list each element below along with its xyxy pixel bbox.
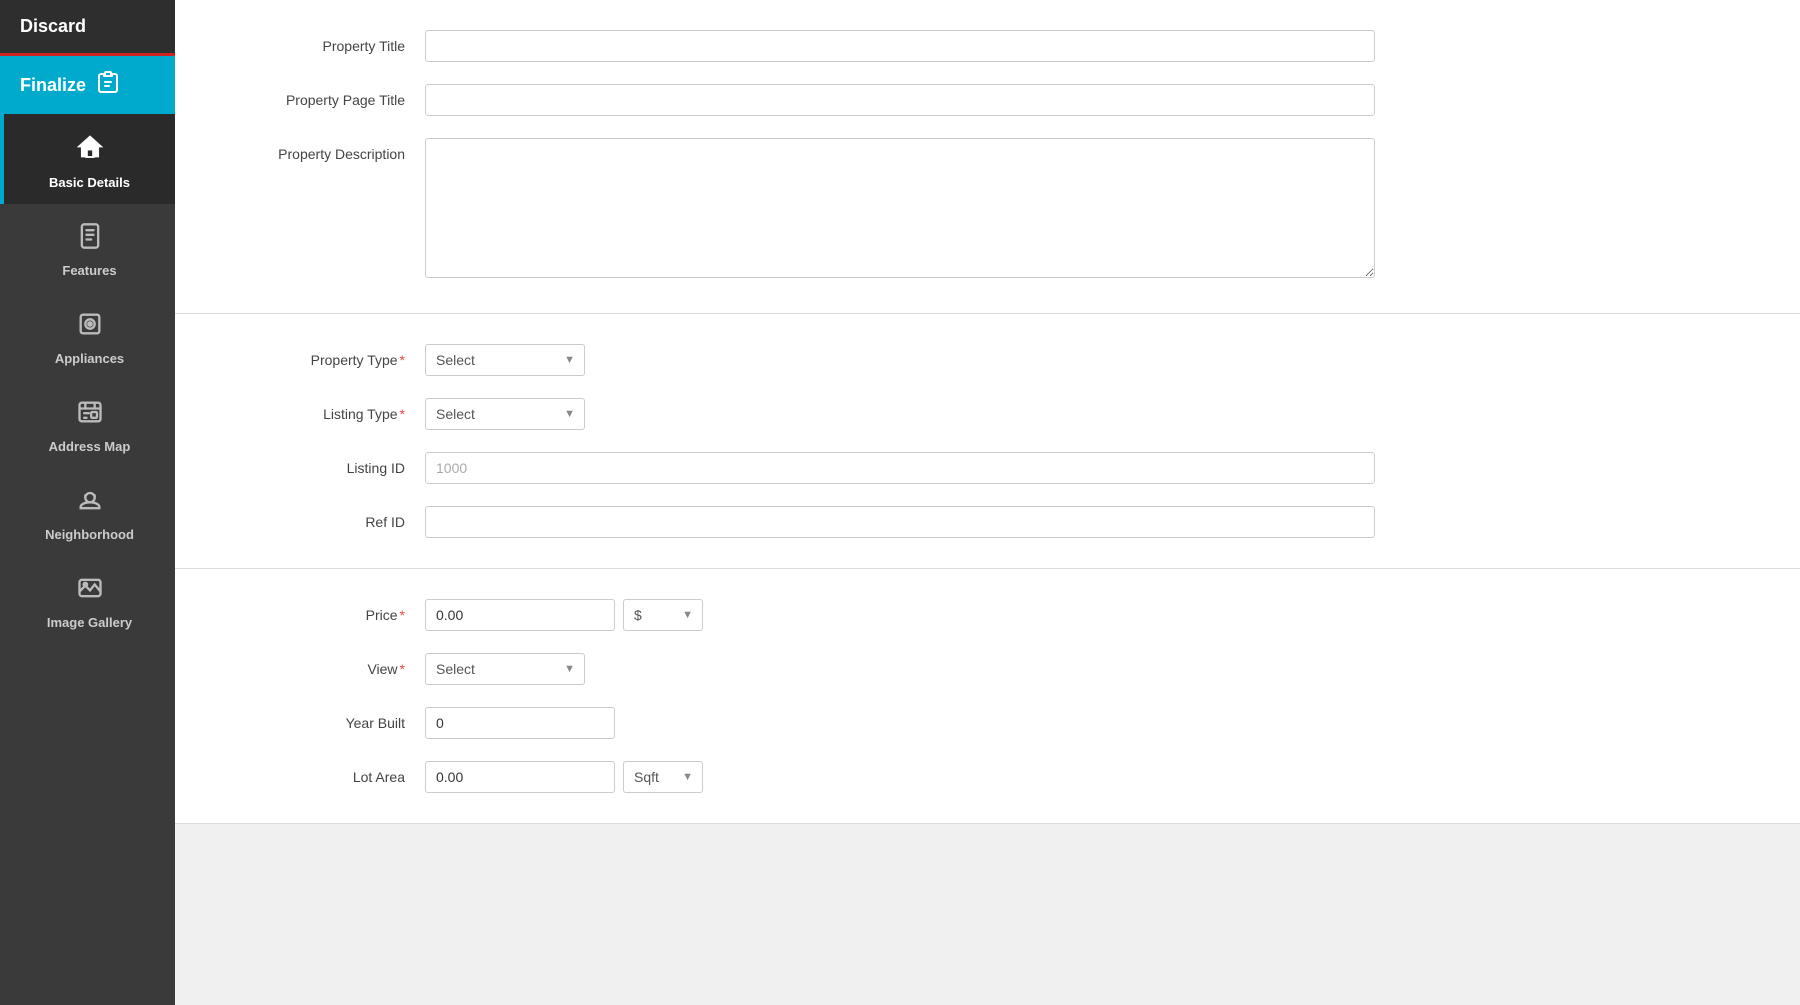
price-control: $ <box>425 599 1375 631</box>
image-gallery-icon <box>76 574 104 609</box>
listing-type-control: Select <box>425 398 1375 430</box>
price-label: Price* <box>205 599 425 623</box>
sidebar-item-address-map-label: Address Map <box>49 439 131 454</box>
sidebar-item-image-gallery[interactable]: Image Gallery <box>0 556 175 644</box>
finalize-button[interactable]: Finalize <box>0 56 175 114</box>
features-icon <box>76 222 104 257</box>
sidebar-item-neighborhood-label: Neighborhood <box>45 527 134 542</box>
property-page-title-input[interactable] <box>425 84 1375 116</box>
ref-id-input[interactable] <box>425 506 1375 538</box>
ref-id-row: Ref ID <box>205 506 1740 538</box>
ref-id-control <box>425 506 1375 538</box>
property-page-title-row: Property Page Title <box>205 84 1740 116</box>
lot-area-input-group: Sqft Acre m² <box>425 761 1375 793</box>
year-built-row: Year Built <box>205 707 1740 739</box>
lot-area-row: Lot Area Sqft Acre m² <box>205 761 1740 793</box>
sidebar-item-features-label: Features <box>62 263 116 278</box>
property-description-row: Property Description <box>205 138 1740 283</box>
property-type-row: Property Type* Select <box>205 344 1740 376</box>
sidebar-item-neighborhood[interactable]: Neighborhood <box>0 468 175 556</box>
property-title-label: Property Title <box>205 30 425 54</box>
property-description-input[interactable] <box>425 138 1375 278</box>
property-type-select[interactable]: Select <box>425 344 585 376</box>
lot-area-input[interactable] <box>425 761 615 793</box>
year-built-input[interactable] <box>425 707 615 739</box>
lot-area-label: Lot Area <box>205 761 425 785</box>
address-map-icon <box>76 398 104 433</box>
view-control: Select <box>425 653 1375 685</box>
currency-select[interactable]: $ <box>623 599 703 631</box>
property-type-control: Select <box>425 344 1375 376</box>
ref-id-label: Ref ID <box>205 506 425 530</box>
year-built-control <box>425 707 1375 739</box>
year-built-label: Year Built <box>205 707 425 731</box>
discard-button[interactable]: Discard <box>0 0 175 56</box>
form-section-text: Property Title Property Page Title Prope… <box>175 0 1800 314</box>
sidebar-item-address-map[interactable]: Address Map <box>0 380 175 468</box>
form-section-details: Price* $ View* S <box>175 569 1800 824</box>
listing-id-row: Listing ID <box>205 452 1740 484</box>
view-select[interactable]: Select <box>425 653 585 685</box>
appliances-icon <box>76 310 104 345</box>
property-description-label: Property Description <box>205 138 425 162</box>
sidebar-item-appliances-label: Appliances <box>55 351 124 366</box>
sidebar-nav: Basic Details Features <box>0 114 175 1005</box>
price-input-group: $ <box>425 599 1375 631</box>
sidebar-item-basic-details[interactable]: Basic Details <box>0 114 175 204</box>
price-input[interactable] <box>425 599 615 631</box>
listing-id-input[interactable] <box>425 452 1375 484</box>
view-select-wrapper: Select <box>425 653 585 685</box>
lot-area-unit-select[interactable]: Sqft Acre m² <box>623 761 703 793</box>
finalize-label: Finalize <box>20 75 86 96</box>
property-page-title-control <box>425 84 1375 116</box>
view-label: View* <box>205 653 425 677</box>
sidebar-item-appliances[interactable]: Appliances <box>0 292 175 380</box>
property-description-control <box>425 138 1375 283</box>
property-title-row: Property Title <box>205 30 1740 62</box>
sidebar: Discard Finalize Basic Details <box>0 0 175 1005</box>
sidebar-item-image-gallery-label: Image Gallery <box>47 615 132 630</box>
property-title-input[interactable] <box>425 30 1375 62</box>
main-content: Property Title Property Page Title Prope… <box>175 0 1800 1005</box>
price-row: Price* $ <box>205 599 1740 631</box>
view-row: View* Select <box>205 653 1740 685</box>
property-type-select-wrapper: Select <box>425 344 585 376</box>
listing-type-select-wrapper: Select <box>425 398 585 430</box>
lot-area-control: Sqft Acre m² <box>425 761 1375 793</box>
lot-area-unit-select-wrapper: Sqft Acre m² <box>623 761 703 793</box>
listing-id-control <box>425 452 1375 484</box>
listing-type-select[interactable]: Select <box>425 398 585 430</box>
neighborhood-icon <box>76 486 104 521</box>
listing-type-row: Listing Type* Select <box>205 398 1740 430</box>
property-title-control <box>425 30 1375 62</box>
listing-type-label: Listing Type* <box>205 398 425 422</box>
sidebar-item-features[interactable]: Features <box>0 204 175 292</box>
sidebar-item-basic-details-label: Basic Details <box>49 175 130 190</box>
form-section-types: Property Type* Select Listing Type* Sele… <box>175 314 1800 569</box>
finalize-icon <box>96 70 120 100</box>
property-page-title-label: Property Page Title <box>205 84 425 108</box>
home-icon <box>75 132 105 169</box>
listing-id-label: Listing ID <box>205 452 425 476</box>
property-type-label: Property Type* <box>205 344 425 368</box>
currency-select-wrapper: $ <box>623 599 703 631</box>
